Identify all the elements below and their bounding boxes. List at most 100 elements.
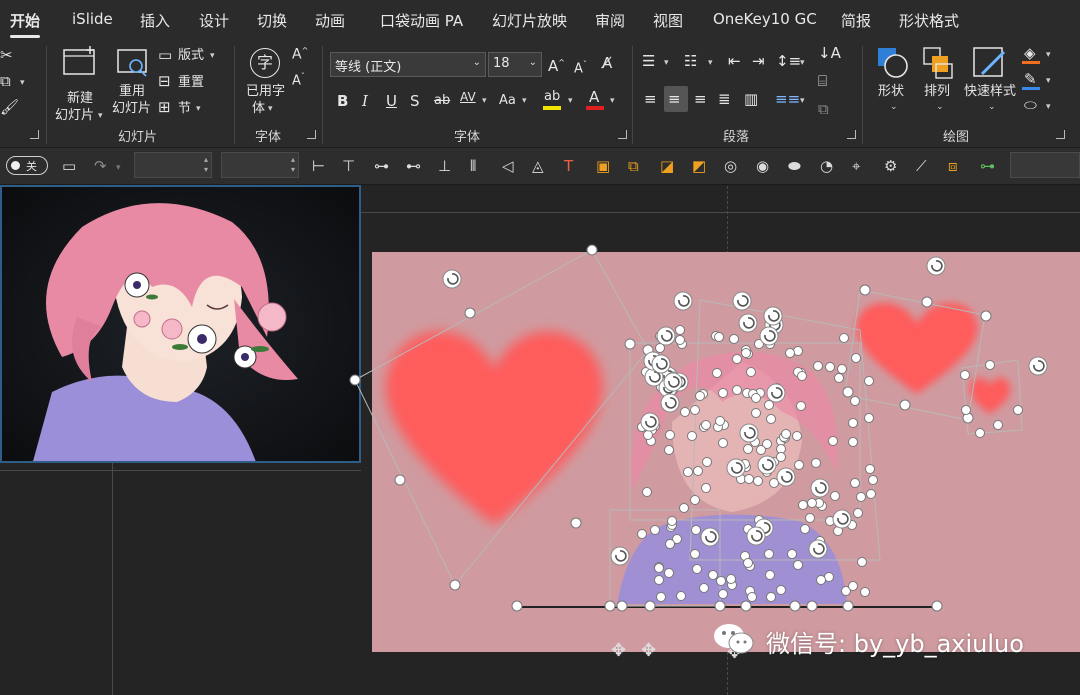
layout-icon[interactable]: ▭	[158, 46, 172, 64]
rotate-handle-icon[interactable]	[640, 412, 660, 432]
resize-handle[interactable]	[931, 600, 943, 612]
resize-handle[interactable]	[753, 476, 763, 486]
clipboard-launcher-icon[interactable]	[30, 130, 39, 139]
new-slide-dropdown-icon[interactable]: ▾	[98, 111, 103, 121]
resize-handle[interactable]	[680, 407, 690, 417]
align-text-icon[interactable]: ⌸	[818, 72, 827, 90]
bullets-icon[interactable]: ☰	[642, 52, 655, 70]
text-direction-icon[interactable]: ↓A	[818, 44, 841, 62]
shrink-font-button[interactable]: Aˇ	[574, 56, 587, 78]
section-button[interactable]: 节	[178, 100, 191, 117]
tab-0[interactable]: 开始	[10, 10, 41, 38]
resize-handle[interactable]	[851, 353, 861, 363]
char-spacing-button[interactable]: AV	[460, 88, 476, 106]
numbering-dropdown-icon[interactable]: ▾	[708, 58, 713, 68]
resize-handle[interactable]	[848, 581, 858, 591]
reset-icon[interactable]: ⊟	[158, 72, 171, 90]
cut-icon[interactable]: ✂	[0, 46, 13, 64]
align-middle-objects-icon[interactable]: ⊷	[406, 157, 421, 175]
arrange-icon[interactable]	[922, 46, 956, 80]
reuse-slide-label-2[interactable]: 幻灯片	[112, 100, 151, 117]
resize-handle[interactable]	[857, 557, 867, 567]
resize-handle[interactable]	[464, 307, 476, 319]
rotate-handle-icon[interactable]	[776, 467, 796, 487]
resize-handle[interactable]	[690, 405, 700, 415]
resize-handle[interactable]	[712, 368, 722, 378]
resize-handle[interactable]	[654, 575, 664, 585]
resize-handle[interactable]	[961, 405, 971, 415]
distribute-horizontal-icon[interactable]: ⫴	[470, 157, 476, 175]
resize-handle[interactable]	[834, 373, 844, 383]
resize-handle[interactable]	[570, 517, 582, 529]
spinner-icon[interactable]: ▴ ▾	[291, 155, 295, 175]
resize-handle[interactable]	[980, 310, 992, 322]
rotate-handle-icon[interactable]	[700, 527, 720, 547]
selection-handles-overlay[interactable]: ✥ ✥ ✥	[0, 186, 1080, 695]
flip-horizontal-icon[interactable]: ◬	[532, 157, 544, 175]
font-size-select[interactable]: 18 ⌄	[488, 52, 542, 77]
resize-handle[interactable]	[776, 585, 786, 595]
font-color-dropdown-icon[interactable]: ▾	[610, 96, 615, 106]
resize-handle[interactable]	[798, 500, 808, 510]
new-slide-label-2[interactable]: 幻灯片	[55, 107, 94, 124]
copy-dropdown-icon[interactable]: ▾	[20, 78, 25, 88]
arrange-dropdown-icon[interactable]: ⌄	[936, 102, 944, 112]
resize-handle[interactable]	[792, 431, 802, 441]
resize-handle[interactable]	[691, 525, 701, 535]
resize-handle[interactable]	[899, 399, 911, 411]
resize-handle[interactable]	[743, 558, 753, 568]
resize-handle[interactable]	[839, 333, 849, 343]
text-box-icon[interactable]: T	[564, 157, 573, 175]
resize-handle[interactable]	[794, 460, 804, 470]
rotate-handle-icon[interactable]	[651, 354, 671, 374]
resize-handle[interactable]	[718, 438, 728, 448]
search-box[interactable]	[1010, 152, 1080, 178]
resize-handle[interactable]	[586, 244, 598, 256]
redo-icon[interactable]: ↷	[94, 157, 107, 175]
resize-handle[interactable]	[859, 284, 871, 296]
edit-points-icon[interactable]: ⌖	[852, 157, 860, 175]
resize-handle[interactable]	[842, 600, 854, 612]
resize-handle[interactable]	[664, 445, 674, 455]
resize-handle[interactable]	[860, 587, 870, 597]
quick-styles-label[interactable]: 快速样式	[964, 83, 1016, 100]
resize-handle[interactable]	[701, 420, 711, 430]
section-icon[interactable]: ⊞	[158, 98, 171, 116]
rotate-handle-icon[interactable]	[832, 509, 852, 529]
numbering-icon[interactable]: ☷	[684, 52, 697, 70]
bring-forward-icon[interactable]: ▣	[596, 157, 610, 175]
tab-11[interactable]: 简报	[841, 10, 871, 31]
height-input[interactable]: ▴ ▾	[221, 152, 299, 178]
resize-handle[interactable]	[511, 600, 523, 612]
resize-handle[interactable]	[642, 487, 652, 497]
settings-icon[interactable]: ⚙	[884, 157, 897, 175]
rotate-handle-icon[interactable]	[757, 455, 777, 475]
align-right-icon[interactable]: ≡	[694, 90, 707, 108]
resize-handle[interactable]	[864, 413, 874, 423]
shapes-dropdown-icon[interactable]: ⌄	[890, 102, 898, 112]
reuse-slide-label-1[interactable]: 重用	[119, 83, 145, 100]
highlight-dropdown-icon[interactable]: ▾	[568, 96, 573, 106]
resize-handle[interactable]	[830, 491, 840, 501]
format-painter-icon[interactable]: 🖌	[0, 98, 19, 116]
resize-handle[interactable]	[714, 332, 724, 342]
resize-handle[interactable]	[656, 592, 666, 602]
rotate-handle-icon[interactable]	[926, 256, 946, 276]
tab-10[interactable]: OneKey10 GC	[713, 10, 817, 28]
decrease-indent-icon[interactable]: ⇤	[728, 52, 741, 70]
resize-handle[interactable]	[643, 430, 653, 440]
crop-icon[interactable]: ⧈	[948, 157, 958, 175]
shapes-icon[interactable]	[876, 46, 910, 80]
tab-3[interactable]: 设计	[199, 10, 229, 31]
resize-handle[interactable]	[695, 391, 705, 401]
resize-handle[interactable]	[781, 429, 791, 439]
align-bottom-objects-icon[interactable]: ⊥	[438, 157, 451, 175]
rotate-handle-icon[interactable]	[808, 539, 828, 559]
shape-fill-dropdown-icon[interactable]: ▾	[1046, 50, 1051, 60]
shadow-button[interactable]: S	[410, 92, 420, 110]
resize-handle[interactable]	[993, 420, 1003, 430]
line-spacing-dropdown-icon[interactable]: ▾	[800, 58, 805, 68]
resize-handle[interactable]	[687, 431, 697, 441]
arrange-label[interactable]: 排列	[924, 83, 950, 100]
resize-handle[interactable]	[751, 393, 761, 403]
